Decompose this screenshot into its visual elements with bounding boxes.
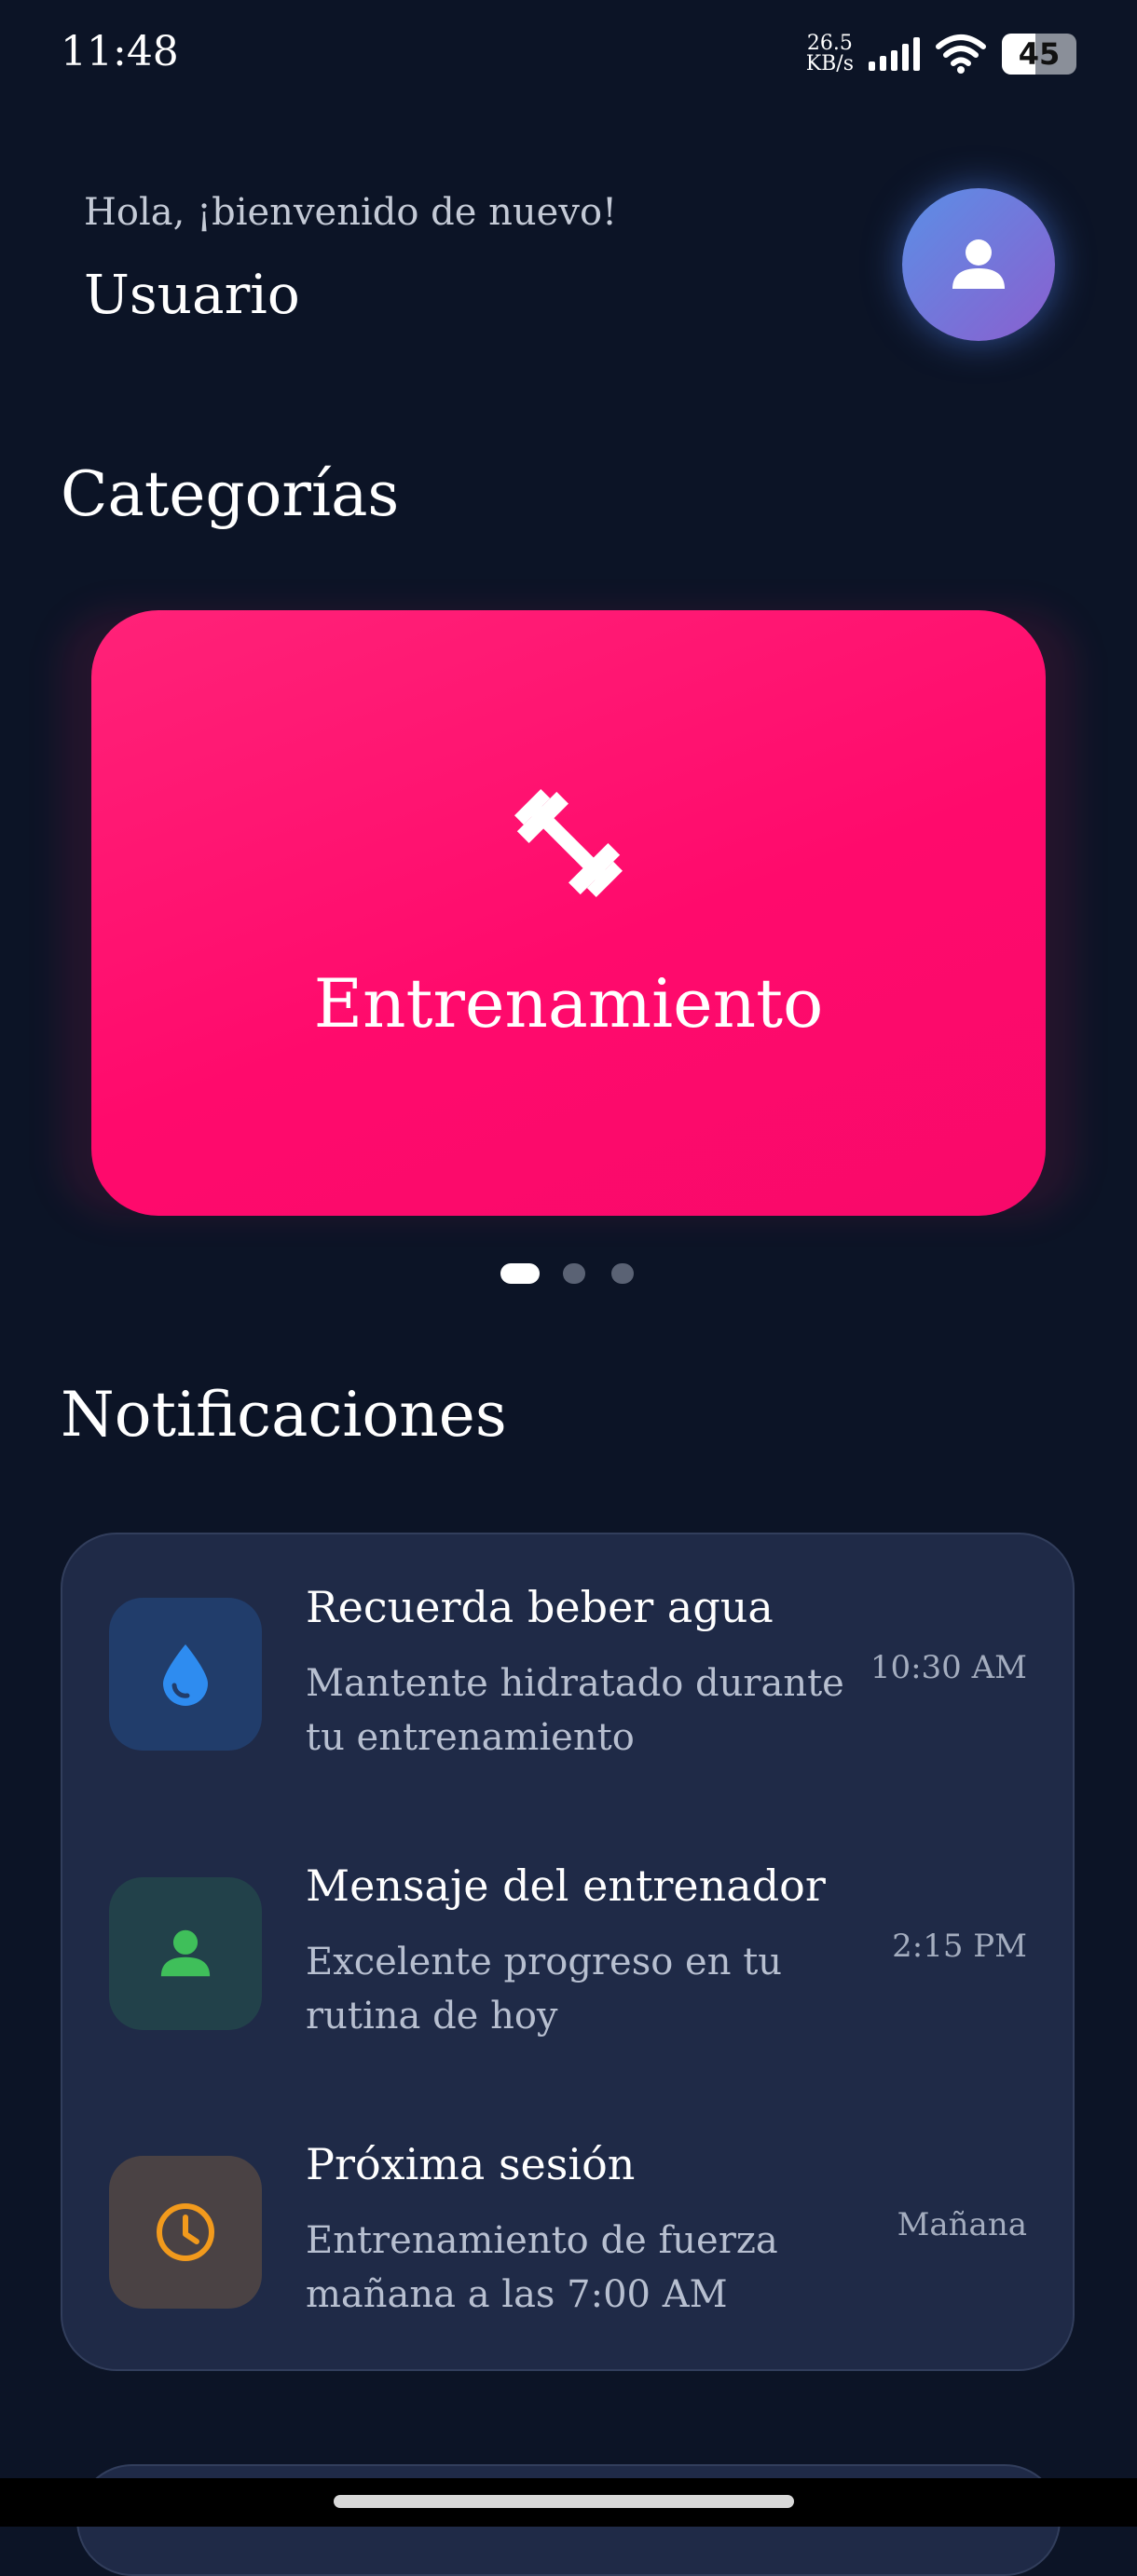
greeting-text: Hola, ¡bienvenido de nuevo! [84, 191, 618, 234]
battery-icon: 45 [1002, 34, 1076, 75]
username: Usuario [84, 263, 300, 326]
water-drop-icon [163, 1644, 208, 1706]
carousel-dot-2[interactable] [563, 1263, 585, 1284]
battery-level: 45 [1018, 36, 1061, 72]
notification-time: Mañana [897, 2206, 1027, 2243]
notification-title: Próxima sesión [306, 2139, 636, 2189]
home-indicator[interactable] [334, 2495, 794, 2508]
notification-title: Mensaje del entrenador [306, 1860, 826, 1911]
notification-title: Recuerda beber agua [306, 1582, 774, 1632]
status-icons: 26.5 KB/s 45 [806, 30, 1076, 78]
wifi-icon [936, 34, 986, 74]
notification-icon-box [109, 1598, 262, 1751]
person-icon [160, 1929, 211, 1977]
notification-time: 2:15 PM [892, 1928, 1027, 1965]
notification-description: Excelente progreso en tu rutina de hoy [306, 1941, 783, 2038]
signal-icon [869, 37, 920, 71]
carousel-dot-1[interactable] [500, 1263, 540, 1284]
network-speed: 26.5 KB/s [806, 34, 854, 75]
category-card-label: Entrenamiento [313, 964, 824, 1043]
notification-time: 10:30 AM [870, 1649, 1027, 1686]
category-card-training[interactable] [91, 610, 1046, 1216]
person-icon [952, 239, 1005, 289]
notification-description: Entrenamiento de fuerza mañana a las 7:0… [306, 2219, 778, 2316]
network-speed-unit: KB/s [805, 52, 854, 75]
notifications-title: Notificaciones [61, 1379, 507, 1451]
status-time: 11:48 [61, 28, 179, 75]
notification-icon-box [109, 1877, 262, 2030]
network-speed-value: 26.5 [806, 32, 853, 55]
categories-title: Categorías [61, 458, 400, 530]
profile-avatar-button[interactable] [902, 188, 1055, 341]
clock-icon [157, 2203, 214, 2261]
notification-icon-box [109, 2156, 262, 2309]
dumbbell-icon [514, 789, 623, 897]
notification-description: Mantente hidratado durante tu entrenamie… [306, 1662, 844, 1759]
carousel-dot-3[interactable] [611, 1263, 634, 1284]
